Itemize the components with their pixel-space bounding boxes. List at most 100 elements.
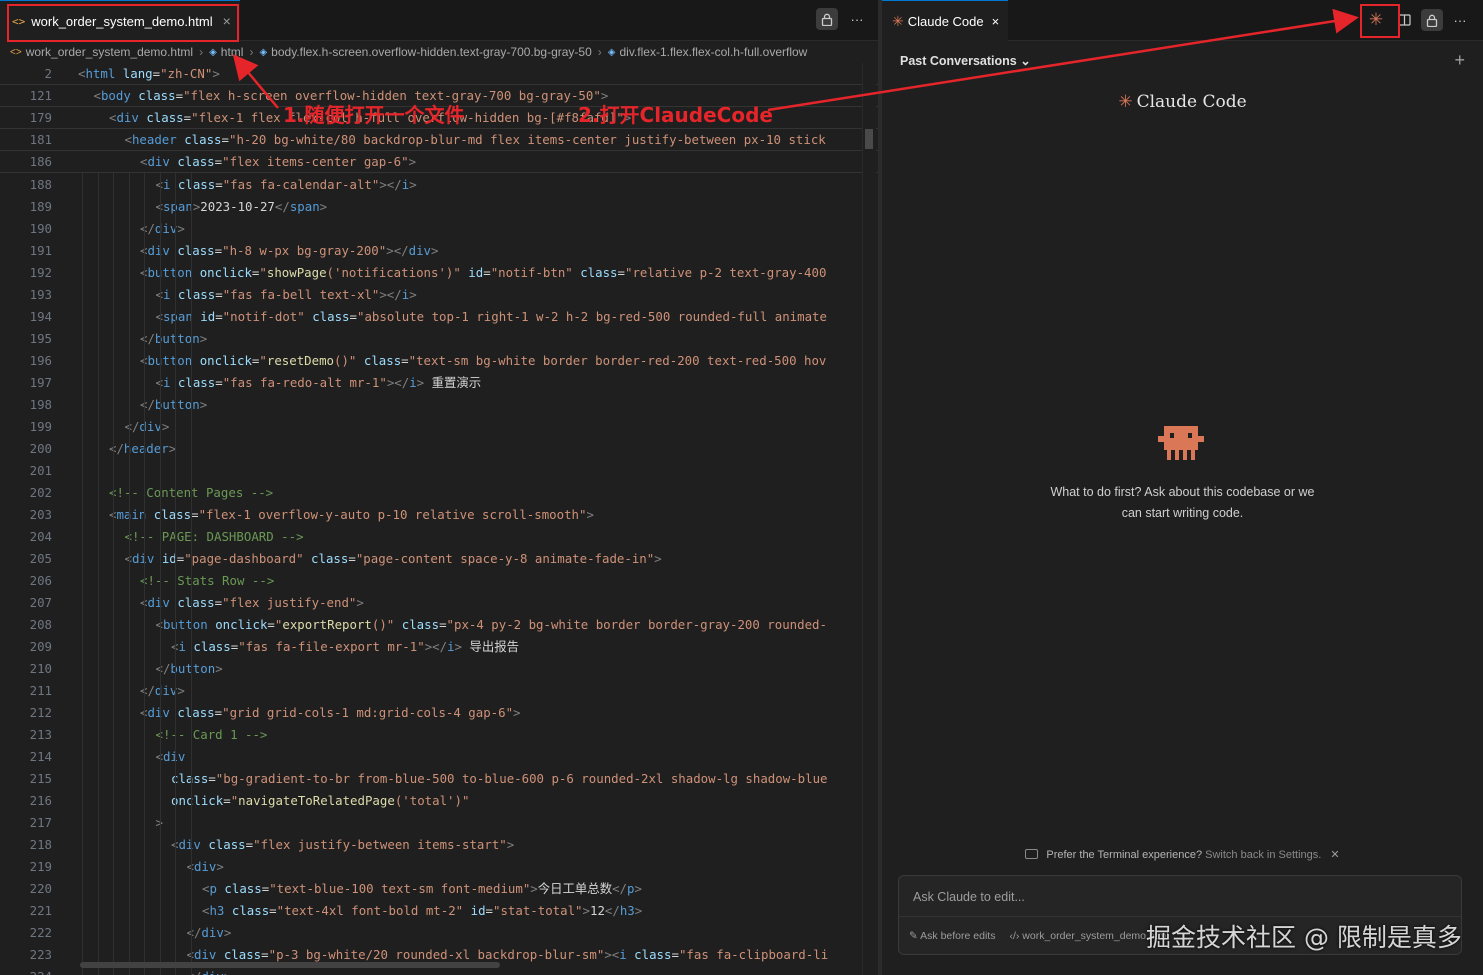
line-number: 190	[29, 220, 52, 236]
code-line[interactable]: 189<span>2023-10-27</span>	[0, 195, 878, 217]
code-line[interactable]: 211 </div>	[0, 679, 878, 701]
code-line[interactable]: 206 <!-- Stats Row -->	[0, 569, 878, 591]
code-line[interactable]: 202 <!-- Content Pages -->	[0, 481, 878, 503]
code-line[interactable]: 215 class="bg-gradient-to-br from-blue-50…	[0, 767, 878, 789]
code-text: </div>	[140, 220, 185, 236]
lock-icon[interactable]	[816, 8, 838, 30]
code-line[interactable]: 203 <main class="flex-1 overflow-y-auto p…	[0, 503, 878, 525]
line-number: 195	[29, 330, 52, 346]
sticky-code-line[interactable]: 181 <header class="h-20 bg-white/80 backd…	[0, 129, 878, 151]
indent-guide	[190, 173, 192, 975]
code-line[interactable]: 193 <i class="fas fa-bell text-xl"></i>	[0, 283, 878, 305]
line-number: 196	[29, 352, 52, 368]
line-number: 206	[29, 572, 52, 588]
code-area[interactable]: 2 <html lang="zh-CN"> 121 <body class="flex…	[0, 63, 878, 975]
line-number: 213	[29, 726, 52, 742]
code-line[interactable]: 191 <div class="h-8 w-px bg-gray-200"></d…	[0, 239, 878, 261]
claude-mascot-icon	[1158, 426, 1204, 460]
line-number: 215	[29, 770, 52, 786]
scrollbar-thumb[interactable]	[865, 129, 873, 149]
code-line[interactable]: 201	[0, 459, 878, 481]
new-conversation-icon[interactable]: +	[1454, 50, 1465, 71]
code-line[interactable]: 214<div	[0, 745, 878, 767]
code-line[interactable]: 213 <!-- Card 1 -->	[0, 723, 878, 745]
code-text: <button onclick="showPage('notifications…	[140, 264, 827, 280]
code-text: <!-- Stats Row -->	[140, 572, 275, 588]
code-line[interactable]: 219 <div>	[0, 855, 878, 877]
line-number: 121	[29, 88, 52, 103]
code-line[interactable]: 194 <span id="notif-dot" class="absolute …	[0, 305, 878, 327]
code-text: </div>	[124, 418, 170, 434]
horizontal-scrollbar[interactable]	[80, 962, 500, 968]
edit-mode-label: Ask before edits	[920, 929, 996, 942]
code-text: <!-- Content Pages -->	[109, 484, 274, 500]
file-context-chip[interactable]: ‹/› work_order_system_demo.html	[1009, 930, 1168, 942]
code-line[interactable]: 209 <i class="fas fa-file-export mr-1"></…	[0, 635, 878, 657]
code-text: <!-- PAGE: DASHBOARD -->	[124, 528, 304, 544]
claude-code-tab[interactable]: ✳ Claude Code ×	[882, 0, 1008, 41]
code-text: <i class="fas fa-file-export mr-1"></i> …	[171, 639, 520, 654]
line-number: 208	[29, 616, 52, 632]
more-icon[interactable]: ···	[846, 8, 868, 30]
code-text: </header>	[109, 440, 177, 456]
past-conversations-dropdown[interactable]: Past Conversations ⌄	[900, 53, 1031, 68]
line-number: 198	[29, 396, 52, 412]
code-line[interactable]: 216 onclick="navigateToRelatedPage('total…	[0, 789, 878, 811]
prompt-placeholder[interactable]: Ask Claude to edit...	[913, 890, 1025, 904]
code-line[interactable]: 212 <div class="grid grid-cols-1 md:grid-…	[0, 701, 878, 723]
hint-text: Prefer the Terminal experience?	[1046, 849, 1203, 861]
chevron-right-icon: ›	[199, 45, 204, 59]
code-line[interactable]: 205<div id="page-dashboard" class="page-…	[0, 547, 878, 569]
code-line[interactable]: 199 </div>	[0, 415, 878, 437]
sticky-code-line[interactable]: 186 <div class="flex items-center gap-6">	[0, 151, 878, 173]
edit-mode-toggle[interactable]: ✎ Ask before edits	[909, 930, 995, 942]
code-line[interactable]: 196 <button onclick="resetDemo()" class="…	[0, 349, 878, 371]
code-line[interactable]: 200 </header>	[0, 437, 878, 459]
claude-spark-icon: ✳	[892, 12, 904, 29]
breadcrumb-item[interactable]: div.flex-1.flex.flex-col.h-full.overflow	[619, 45, 807, 59]
code-line[interactable]: 188 <i class="fas fa-calendar-alt"></i>	[0, 173, 878, 195]
line-number: 221	[29, 902, 52, 918]
code-line[interactable]: 190 </div>	[0, 217, 878, 239]
code-line[interactable]: 195 </button>	[0, 327, 878, 349]
code-text: <div class="flex items-center gap-6">	[140, 154, 417, 169]
line-number: 219	[29, 858, 52, 874]
close-icon[interactable]: ✕	[1330, 849, 1339, 861]
line-number: 203	[29, 506, 52, 522]
breadcrumb: <> work_order_system_demo.html › ◈ html …	[0, 41, 878, 63]
code-line[interactable]: 204 <!-- PAGE: DASHBOARD -->	[0, 525, 878, 547]
code-text: </button>	[140, 396, 208, 412]
sticky-code-line[interactable]: 2 <html lang="zh-CN">	[0, 63, 878, 85]
code-line[interactable]: 218 <div class="flex justify-between item…	[0, 833, 878, 855]
code-line[interactable]: 210 </button>	[0, 657, 878, 679]
code-line[interactable]: 220 <p class="text-blue-100 text-sm font-…	[0, 877, 878, 899]
more-icon[interactable]: ···	[1449, 9, 1471, 31]
breadcrumb-item[interactable]: work_order_system_demo.html	[26, 45, 193, 59]
code-line[interactable]: 198 </button>	[0, 393, 878, 415]
html-file-icon: <>	[10, 46, 22, 58]
code-line[interactable]: 207 <div class="flex justify-end">	[0, 591, 878, 613]
vertical-scrollbar[interactable]	[862, 63, 876, 975]
line-number: 210	[29, 660, 52, 676]
line-number: 201	[29, 462, 52, 478]
code-text: <div class="h-8 w-px bg-gray-200"></div>	[140, 242, 439, 258]
breadcrumb-item[interactable]: body.flex.h-screen.overflow-hidden.text-…	[271, 45, 592, 59]
code-line[interactable]: 192 <button onclick="showPage('notificati…	[0, 261, 878, 283]
lock-icon[interactable]	[1421, 9, 1443, 31]
code-text: onclick="navigateToRelatedPage('total')"	[171, 792, 470, 808]
code-line[interactable]: 222 </div>	[0, 921, 878, 943]
code-line[interactable]: 197 <i class="fas fa-redo-alt mr-1"></i> …	[0, 371, 878, 393]
line-number: 186	[29, 154, 52, 169]
line-number: 189	[29, 198, 52, 214]
settings-link[interactable]: Switch back in Settings.	[1205, 849, 1321, 861]
terminal-icon	[1025, 849, 1039, 859]
line-number: 218	[29, 836, 52, 852]
code-line[interactable]: 217>	[0, 811, 878, 833]
line-number: 214	[29, 748, 52, 764]
close-icon[interactable]: ×	[992, 14, 1000, 29]
annotation-step1: 1.随便打开一个文件	[283, 103, 465, 127]
breadcrumb-item[interactable]: html	[221, 45, 244, 59]
code-line[interactable]: 221 <h3 class="text-4xl font-bold mt-2" i…	[0, 899, 878, 921]
code-line[interactable]: 208 <button onclick="exportReport()" clas…	[0, 613, 878, 635]
chevron-down-icon: ⌄	[1020, 53, 1031, 68]
